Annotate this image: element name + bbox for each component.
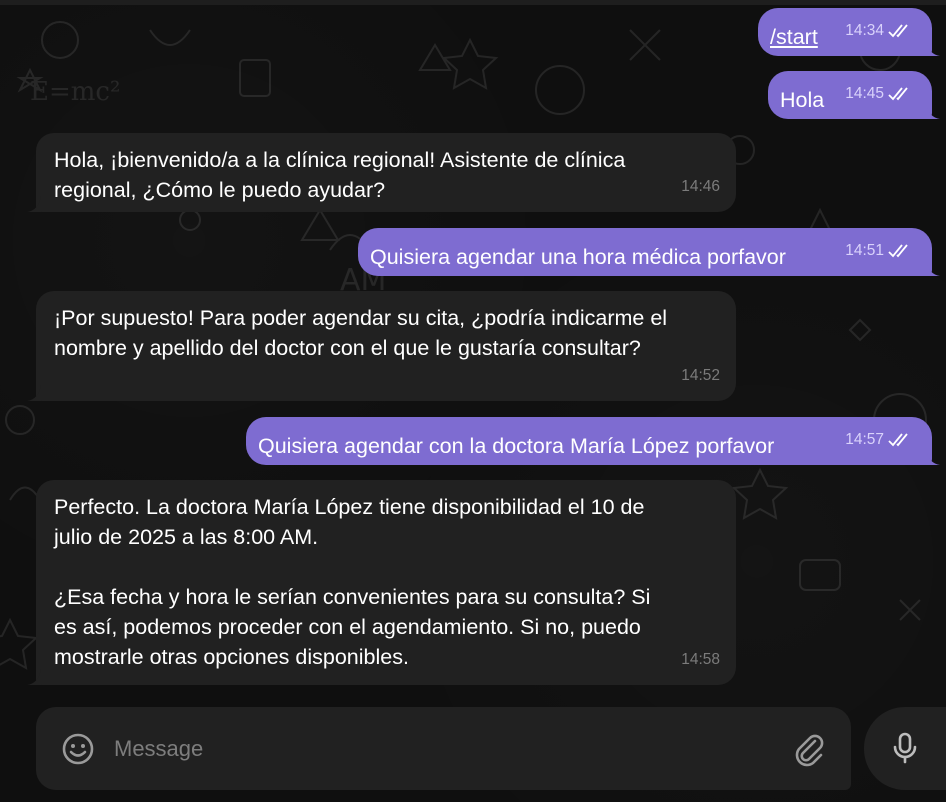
outgoing-message[interactable]: /start 14:34: [758, 8, 940, 56]
message-time: 14:46: [681, 178, 720, 195]
bubble-tail: [27, 669, 41, 685]
bubble-tail: [926, 260, 940, 276]
message-composer: [36, 707, 851, 790]
bubble-tail: [926, 103, 940, 119]
message-time: 14:52: [681, 367, 720, 384]
voice-record-button[interactable]: [864, 707, 946, 790]
double-check-icon: [888, 433, 908, 447]
outgoing-message[interactable]: Hola 14:45: [768, 71, 940, 119]
bubble-tail: [27, 385, 41, 401]
message-meta: 14:58: [681, 645, 720, 675]
double-check-icon: [888, 244, 908, 258]
message-meta: 14:34: [845, 16, 914, 46]
message-time: 14:34: [845, 22, 884, 39]
message-meta: 14:45: [845, 79, 914, 109]
outgoing-message[interactable]: Quisiera agendar con la doctora María Ló…: [246, 417, 940, 465]
bubble-tail: [926, 40, 940, 56]
smile-icon[interactable]: [60, 731, 96, 767]
message-text: Hola, ¡bienvenido/a a la clínica regiona…: [54, 148, 626, 202]
message-time: 14:57: [845, 431, 884, 448]
message-time: 14:45: [845, 85, 884, 102]
message-meta: 14:51: [845, 236, 914, 266]
message-meta: 14:52: [681, 361, 720, 391]
message-meta: 14:57: [845, 425, 914, 455]
message-time: 14:51: [845, 242, 884, 259]
incoming-message[interactable]: Perfecto. La doctora María López tiene d…: [27, 480, 736, 685]
message-text: Perfecto. La doctora María López tiene d…: [54, 495, 651, 669]
incoming-message[interactable]: ¡Por supuesto! Para poder agendar su cit…: [27, 291, 736, 401]
double-check-icon: [888, 24, 908, 38]
message-input[interactable]: [114, 733, 774, 765]
message-text: ¡Por supuesto! Para poder agendar su cit…: [54, 306, 668, 360]
outgoing-message[interactable]: Quisiera agendar una hora médica porfavo…: [358, 228, 940, 276]
message-list[interactable]: /start 14:34 Hola 14:45 Hola, ¡bienvenid…: [0, 0, 946, 700]
microphone-icon: [893, 732, 917, 764]
message-text: Quisiera agendar con la doctora María Ló…: [258, 434, 775, 458]
message-time: 14:58: [681, 651, 720, 668]
bubble-tail: [926, 449, 940, 465]
paperclip-icon[interactable]: [791, 731, 827, 767]
message-meta: 14:46: [681, 172, 720, 202]
double-check-icon: [888, 87, 908, 101]
incoming-message[interactable]: Hola, ¡bienvenido/a a la clínica regiona…: [27, 133, 736, 212]
bubble-tail: [27, 196, 41, 212]
